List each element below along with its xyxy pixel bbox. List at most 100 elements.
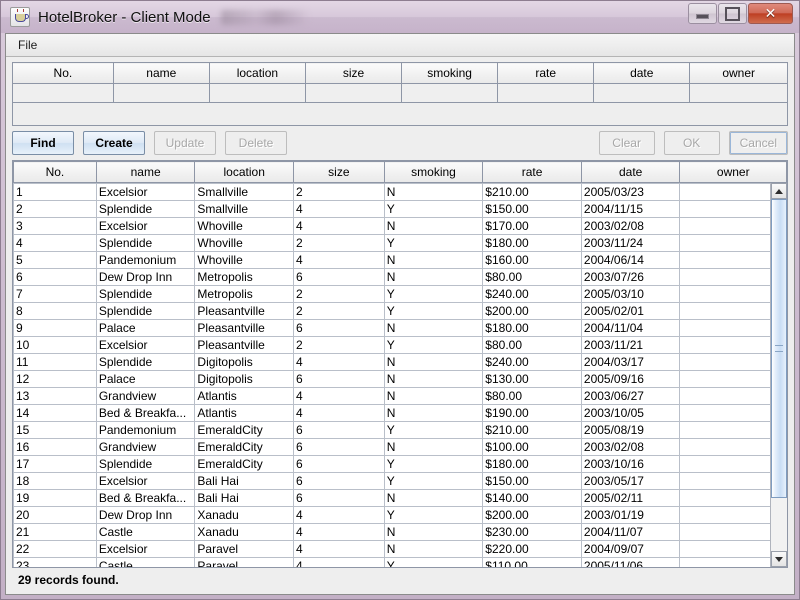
cell-no[interactable]: 19 <box>14 490 97 507</box>
cell-name[interactable]: Palace <box>96 320 195 337</box>
cell-rate[interactable]: $160.00 <box>483 252 582 269</box>
cell-date[interactable]: 2003/06/27 <box>581 388 680 405</box>
cell-size[interactable]: 6 <box>294 473 385 490</box>
cell-no[interactable]: 17 <box>14 456 97 473</box>
cell-smoking[interactable]: Y <box>384 201 483 218</box>
table-row[interactable]: 1ExcelsiorSmallville2N$210.002005/03/23 <box>14 184 787 201</box>
table-row[interactable]: 9PalacePleasantville6N$180.002004/11/04 <box>14 320 787 337</box>
cell-date[interactable]: 2003/02/08 <box>581 218 680 235</box>
cell-smoking[interactable]: Y <box>384 303 483 320</box>
table-row[interactable]: 8SplendidePleasantville2Y$200.002005/02/… <box>14 303 787 320</box>
results-col-name[interactable]: name <box>96 162 195 183</box>
cell-smoking[interactable]: Y <box>384 507 483 524</box>
cell-rate[interactable]: $240.00 <box>483 354 582 371</box>
cell-name[interactable]: Splendide <box>96 235 195 252</box>
cell-size[interactable]: 6 <box>294 320 385 337</box>
cell-size[interactable]: 4 <box>294 405 385 422</box>
cell-rate[interactable]: $130.00 <box>483 371 582 388</box>
cell-location[interactable]: Xanadu <box>195 507 294 524</box>
maximize-button[interactable] <box>718 3 747 24</box>
cell-location[interactable]: Bali Hai <box>195 473 294 490</box>
cell-size[interactable]: 4 <box>294 354 385 371</box>
cell-date[interactable]: 2003/10/16 <box>581 456 680 473</box>
cell-smoking[interactable]: N <box>384 371 483 388</box>
cell-no[interactable]: 22 <box>14 541 97 558</box>
cell-name[interactable]: Excelsior <box>96 184 195 201</box>
cell-size[interactable]: 4 <box>294 218 385 235</box>
cell-name[interactable]: Castle <box>96 524 195 541</box>
table-row[interactable]: 2SplendideSmallville4Y$150.002004/11/15 <box>14 201 787 218</box>
cell-name[interactable]: Castle <box>96 558 195 568</box>
criteria-input-rate[interactable] <box>498 84 594 103</box>
cell-location[interactable]: Smallville <box>195 201 294 218</box>
criteria-col-smoking[interactable]: smoking <box>402 63 498 84</box>
cell-location[interactable]: Digitopolis <box>195 354 294 371</box>
cell-date[interactable]: 2004/06/14 <box>581 252 680 269</box>
table-row[interactable]: 5PandemoniumWhoville4N$160.002004/06/14 <box>14 252 787 269</box>
cell-rate[interactable]: $180.00 <box>483 235 582 252</box>
cell-location[interactable]: Bali Hai <box>195 490 294 507</box>
cell-rate[interactable]: $200.00 <box>483 507 582 524</box>
results-col-size[interactable]: size <box>294 162 385 183</box>
cell-name[interactable]: Bed & Breakfa... <box>96 490 195 507</box>
cell-rate[interactable]: $80.00 <box>483 388 582 405</box>
cell-smoking[interactable]: N <box>384 184 483 201</box>
cell-name[interactable]: Splendide <box>96 303 195 320</box>
cell-no[interactable]: 8 <box>14 303 97 320</box>
cell-smoking[interactable]: N <box>384 269 483 286</box>
close-button[interactable]: ✕ <box>748 3 793 24</box>
cell-no[interactable]: 11 <box>14 354 97 371</box>
cell-rate[interactable]: $100.00 <box>483 439 582 456</box>
scrollbar-thumb[interactable] <box>771 199 787 498</box>
scrollbar-track[interactable] <box>771 199 787 551</box>
criteria-col-location[interactable]: location <box>209 63 305 84</box>
cell-date[interactable]: 2003/05/17 <box>581 473 680 490</box>
table-row[interactable]: 21CastleXanadu4N$230.002004/11/07 <box>14 524 787 541</box>
results-col-owner[interactable]: owner <box>680 162 787 183</box>
cell-location[interactable]: Whoville <box>195 218 294 235</box>
cell-date[interactable]: 2003/10/05 <box>581 405 680 422</box>
cell-size[interactable]: 6 <box>294 422 385 439</box>
criteria-col-owner[interactable]: owner <box>690 63 788 84</box>
cell-smoking[interactable]: Y <box>384 558 483 568</box>
cell-location[interactable]: Paravel <box>195 558 294 568</box>
table-row[interactable]: 18ExcelsiorBali Hai6Y$150.002003/05/17 <box>14 473 787 490</box>
cell-size[interactable]: 2 <box>294 184 385 201</box>
cell-no[interactable]: 7 <box>14 286 97 303</box>
cell-name[interactable]: Excelsior <box>96 337 195 354</box>
cell-smoking[interactable]: N <box>384 405 483 422</box>
criteria-col-name[interactable]: name <box>113 63 209 84</box>
cell-smoking[interactable]: N <box>384 524 483 541</box>
cell-smoking[interactable]: N <box>384 218 483 235</box>
cell-size[interactable]: 4 <box>294 541 385 558</box>
criteria-col-rate[interactable]: rate <box>498 63 594 84</box>
cell-location[interactable]: Xanadu <box>195 524 294 541</box>
cell-rate[interactable]: $210.00 <box>483 422 582 439</box>
cell-name[interactable]: Grandview <box>96 439 195 456</box>
cell-no[interactable]: 14 <box>14 405 97 422</box>
cell-no[interactable]: 3 <box>14 218 97 235</box>
cell-name[interactable]: Dew Drop Inn <box>96 507 195 524</box>
cell-location[interactable]: Metropolis <box>195 286 294 303</box>
cell-date[interactable]: 2005/08/19 <box>581 422 680 439</box>
cell-date[interactable]: 2005/03/23 <box>581 184 680 201</box>
cell-no[interactable]: 1 <box>14 184 97 201</box>
cell-no[interactable]: 4 <box>14 235 97 252</box>
cell-size[interactable]: 6 <box>294 490 385 507</box>
cell-date[interactable]: 2005/03/10 <box>581 286 680 303</box>
cell-date[interactable]: 2004/11/04 <box>581 320 680 337</box>
cell-no[interactable]: 16 <box>14 439 97 456</box>
results-col-smoking[interactable]: smoking <box>384 162 483 183</box>
cell-rate[interactable]: $140.00 <box>483 490 582 507</box>
cell-location[interactable]: Paravel <box>195 541 294 558</box>
cell-rate[interactable]: $180.00 <box>483 456 582 473</box>
cell-name[interactable]: Splendide <box>96 286 195 303</box>
cell-smoking[interactable]: N <box>384 354 483 371</box>
cell-smoking[interactable]: N <box>384 541 483 558</box>
table-row[interactable]: 20Dew Drop InnXanadu4Y$200.002003/01/19 <box>14 507 787 524</box>
table-row[interactable]: 6Dew Drop InnMetropolis6N$80.002003/07/2… <box>14 269 787 286</box>
cell-size[interactable]: 6 <box>294 371 385 388</box>
cell-no[interactable]: 13 <box>14 388 97 405</box>
cell-location[interactable]: Pleasantville <box>195 303 294 320</box>
cell-no[interactable]: 23 <box>14 558 97 568</box>
